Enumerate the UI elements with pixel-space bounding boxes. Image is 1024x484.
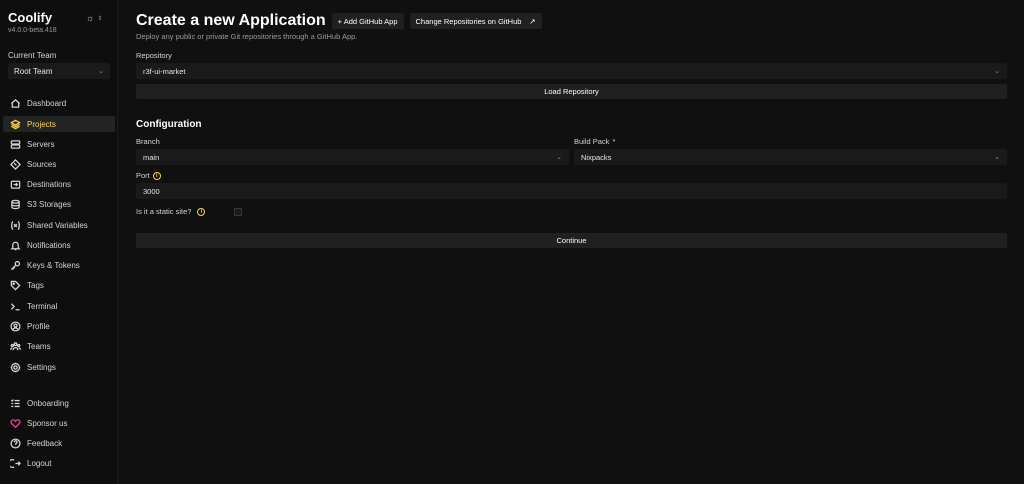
bell-icon: [9, 239, 21, 251]
load-repository-button[interactable]: Load Repository: [136, 84, 1007, 99]
tag-icon: [9, 279, 21, 291]
sidebar-item-terminal[interactable]: Terminal: [3, 298, 115, 314]
sidebar-item-label: Keys & Tokens: [27, 260, 80, 270]
sidebar-item-settings[interactable]: Settings: [3, 359, 115, 375]
static-site-label: Is it a static site? i: [136, 207, 206, 216]
chevron-down-icon: ⌄: [994, 68, 1000, 75]
team-select-value: Root Team: [14, 66, 53, 76]
logout-icon: [9, 457, 21, 469]
port-label: Port i: [136, 171, 161, 180]
static-site-label-text: Is it a static site?: [136, 207, 192, 216]
sidebar-item-label: Dashboard: [27, 98, 67, 108]
sidebar-item-dashboard[interactable]: Dashboard: [3, 95, 115, 111]
sidebar-item-shared-variables[interactable]: Shared Variables: [3, 217, 115, 233]
sidebar-item-label: Notifications: [27, 240, 71, 250]
required-mark: *: [612, 137, 616, 146]
current-team-label: Current Team: [8, 51, 57, 60]
external-link-icon: ↗: [529, 16, 536, 26]
sidebar-item-s3-storages[interactable]: S3 Storages: [3, 196, 115, 212]
sidebar-item-label: Projects: [27, 119, 56, 129]
home-icon: [9, 97, 21, 109]
key-icon: [9, 259, 21, 271]
port-label-text: Port: [136, 171, 150, 180]
repository-select-value: r3f-ui-market: [143, 66, 186, 76]
static-site-checkbox[interactable]: [234, 208, 242, 216]
checklist-icon: [9, 397, 21, 409]
chevron-down-icon: ⌄: [556, 154, 562, 161]
sidebar-item-teams[interactable]: Teams: [3, 338, 115, 354]
sidebar-item-feedback[interactable]: Feedback: [3, 435, 115, 451]
info-icon[interactable]: i: [197, 207, 206, 216]
team-select[interactable]: Root Team ⌄: [8, 63, 110, 79]
repository-label: Repository: [136, 51, 172, 60]
sun-icon: ☼: [86, 13, 95, 23]
git-icon: [9, 158, 21, 170]
continue-button[interactable]: Continue: [136, 233, 1007, 248]
title-row: Create a new Application + Add GitHub Ap…: [136, 12, 542, 30]
port-input[interactable]: 3000: [136, 183, 1007, 199]
chevron-down-icon: ⌄: [994, 154, 1000, 161]
user-icon: [9, 320, 21, 332]
sidebar-item-label: Terminal: [27, 301, 58, 311]
branch-select[interactable]: main ⌄: [136, 149, 569, 165]
sidebar-item-profile[interactable]: Profile: [3, 318, 115, 334]
database-icon: [9, 198, 21, 210]
branch-label: Branch: [136, 137, 160, 146]
sidebar-item-label: Feedback: [27, 438, 63, 448]
users-icon: [9, 340, 21, 352]
help-icon: [9, 437, 21, 449]
sidebar-item-label: Tags: [27, 280, 44, 290]
sidebar-item-label: Settings: [27, 362, 56, 372]
build-pack-label: Build Pack *: [574, 137, 615, 146]
page-subtitle: Deploy any public or private Git reposit…: [136, 32, 358, 41]
build-pack-select[interactable]: Nixpacks ⌄: [574, 149, 1007, 165]
configuration-title: Configuration: [136, 119, 202, 130]
info-icon[interactable]: i: [152, 171, 161, 180]
chevron-down-icon: ⌄: [98, 68, 104, 75]
sidebar-item-label: Logout: [27, 458, 52, 468]
chevron-up-down-icon: ⇕: [97, 15, 103, 22]
brand: Coolify v4.0.0-beta.418: [8, 10, 57, 34]
page-title: Create a new Application: [136, 12, 326, 29]
terminal-icon: [9, 300, 21, 312]
layers-icon: [9, 118, 21, 130]
change-repositories-button[interactable]: Change Repositories on GitHub ↗: [409, 13, 542, 29]
sidebar-item-servers[interactable]: Servers: [3, 136, 115, 152]
port-input-value: 3000: [143, 186, 160, 196]
build-pack-select-value: Nixpacks: [581, 152, 612, 162]
change-repositories-label: Change Repositories on GitHub: [415, 16, 522, 26]
sidebar-item-keys-tokens[interactable]: Keys & Tokens: [3, 257, 115, 273]
sidebar-item-sources[interactable]: Sources: [3, 156, 115, 172]
theme-toggle[interactable]: ☼ ⇕: [86, 13, 102, 23]
variable-icon: [9, 219, 21, 231]
sidebar-item-logout[interactable]: Logout: [3, 455, 115, 471]
repository-select[interactable]: r3f-ui-market ⌄: [136, 63, 1007, 79]
build-pack-label-text: Build Pack: [574, 137, 610, 146]
heart-icon: [9, 417, 21, 429]
branch-select-value: main: [143, 152, 160, 162]
sidebar-item-tags[interactable]: Tags: [3, 277, 115, 293]
sidebar-item-label: Teams: [27, 341, 51, 351]
gear-icon: [9, 361, 21, 373]
sidebar-item-label: Destinations: [27, 179, 72, 189]
app-version: v4.0.0-beta.418: [8, 27, 57, 34]
sidebar-item-label: Onboarding: [27, 398, 69, 408]
sidebar-item-projects[interactable]: Projects: [3, 116, 115, 132]
sidebar-item-label: Sponsor us: [27, 418, 68, 428]
sidebar-item-destinations[interactable]: Destinations: [3, 176, 115, 192]
destination-icon: [9, 178, 21, 190]
sidebar-item-label: S3 Storages: [27, 199, 72, 209]
sidebar-item-label: Shared Variables: [27, 220, 88, 230]
app-name: Coolify: [8, 10, 53, 25]
sidebar-item-label: Servers: [27, 139, 55, 149]
add-github-app-button[interactable]: + Add GitHub App: [331, 13, 404, 29]
sidebar-item-sponsor[interactable]: Sponsor us: [3, 415, 115, 431]
sidebar-item-label: Profile: [27, 321, 50, 331]
sidebar-item-label: Sources: [27, 159, 57, 169]
sidebar: Coolify v4.0.0-beta.418 ☼ ⇕ Current Team…: [0, 0, 118, 484]
sidebar-item-onboarding[interactable]: Onboarding: [3, 395, 115, 411]
server-icon: [9, 138, 21, 150]
sidebar-item-notifications[interactable]: Notifications: [3, 237, 115, 253]
